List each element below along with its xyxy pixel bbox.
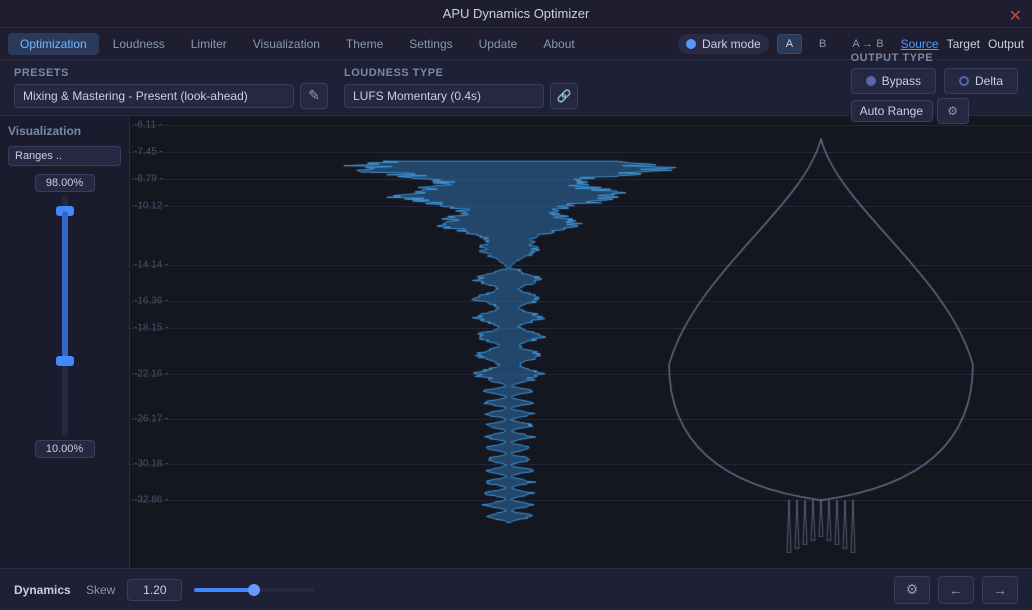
loudness-row: LUFS Momentary (0.4s) 🔗 [344,83,578,109]
grid-line-label: -22.16 - [134,368,168,379]
ranges-select[interactable]: Ranges .. [8,146,121,166]
bottom-percent-input[interactable] [35,440,95,458]
viz-sidebar: Visualization Ranges .. [0,116,130,568]
nav-right: Dark mode A B A → B Source Target Output [678,34,1024,54]
app-title: APU Dynamics Optimizer [443,6,590,21]
grid-line-label: -16.36 - [134,296,168,307]
tab-update[interactable]: Update [467,33,530,55]
grid-line-label: -32.86 - [134,495,168,506]
tab-about[interactable]: About [531,33,586,55]
source-link[interactable]: Source [901,37,939,51]
grid-line-label: -6.11 - [134,120,162,131]
skew-slider-thumb[interactable] [248,584,260,596]
skew-slider-fill [194,588,254,592]
slider-fill [62,211,68,361]
loudness-type-label: Loudness type [344,67,578,79]
grid-line-label: -26.17 - [134,413,168,424]
grid-line-label: -8.79 - [134,174,163,185]
viz-main: -6.11 - -7.45 - -8.79 - -10.12 - -14.14 - -16… [130,116,1032,568]
presets-group: Presets Mixing & Mastering - Present (lo… [14,67,328,109]
edit-preset-button[interactable]: ✎ [300,83,328,109]
tab-visualization[interactable]: Visualization [241,33,332,55]
tab-loudness[interactable]: Loudness [101,33,177,55]
forward-button[interactable]: → [982,576,1018,604]
link-icon: 🔗 [557,89,572,103]
skew-slider[interactable] [194,588,314,592]
loudness-select[interactable]: LUFS Momentary (0.4s) [344,84,544,108]
viz-area: Visualization Ranges .. -6.11 - -7.45 - -8… [0,116,1032,568]
preset-row: Mixing & Mastering - Present (look-ahead… [14,83,328,109]
back-button[interactable]: ← [938,576,974,604]
delta-button[interactable]: Delta [944,68,1018,94]
output-label: Output [988,37,1024,51]
nav-tabs: Optimization Loudness Limiter Visualizat… [8,33,587,55]
bypass-button[interactable]: Bypass [851,68,936,94]
gear-dynamics-icon: ⚙ [906,581,919,598]
preset-select[interactable]: Mixing & Mastering - Present (look-ahead… [14,84,294,108]
skew-label: Skew [86,583,115,597]
viz-label: Visualization [8,124,121,138]
target-label: Target [947,37,980,51]
close-button[interactable]: ✕ [1009,6,1022,26]
grid-line-label: -14.14 - [134,260,168,271]
grid-line-label: -10.12 - [134,201,168,212]
presets-label: Presets [14,67,328,79]
waveform-canvas [188,116,1032,568]
tab-theme[interactable]: Theme [334,33,395,55]
bypass-radio [866,76,876,86]
dynamics-bar: Dynamics Skew ⚙ ← → [0,568,1032,610]
slider-thumb-bottom[interactable] [56,356,74,366]
gear-dynamics-button[interactable]: ⚙ [894,576,930,604]
delta-label: Delta [975,74,1003,88]
output-row: Bypass Delta [851,68,1018,94]
delta-radio [959,76,969,86]
waveform-canvas-wrapper [188,116,1032,568]
range-slider-container [8,174,121,560]
output-type-label: Output type [851,52,1018,64]
controls-bar: Presets Mixing & Mastering - Present (lo… [0,60,1032,116]
skew-input[interactable] [127,579,182,601]
title-bar: APU Dynamics Optimizer ✕ [0,0,1032,28]
loudness-type-group: Loudness type LUFS Momentary (0.4s) 🔗 [344,67,578,109]
a-button[interactable]: A [777,34,802,54]
top-percent-input[interactable] [35,174,95,192]
dark-mode-toggle[interactable]: Dark mode [678,34,769,54]
dynamics-right: ⚙ ← → [894,576,1018,604]
grid-line-label: -7.45 - [134,147,163,158]
tab-optimization[interactable]: Optimization [8,33,99,55]
grid-line-label: -18.15 - [134,323,168,334]
tab-limiter[interactable]: Limiter [179,33,239,55]
tab-settings[interactable]: Settings [397,33,464,55]
range-slider-track [62,196,68,436]
bypass-label: Bypass [882,74,921,88]
b-button[interactable]: B [810,34,835,54]
toggle-dot [686,39,696,49]
grid-line-label: -30.18 - [134,459,168,470]
ab-button[interactable]: A → B [843,34,892,54]
dynamics-label: Dynamics [14,583,74,597]
dark-mode-label: Dark mode [702,37,761,51]
output-type-group: Output type Bypass Delta Auto Range ⚙ [851,52,1018,124]
link-button[interactable]: 🔗 [550,83,578,109]
